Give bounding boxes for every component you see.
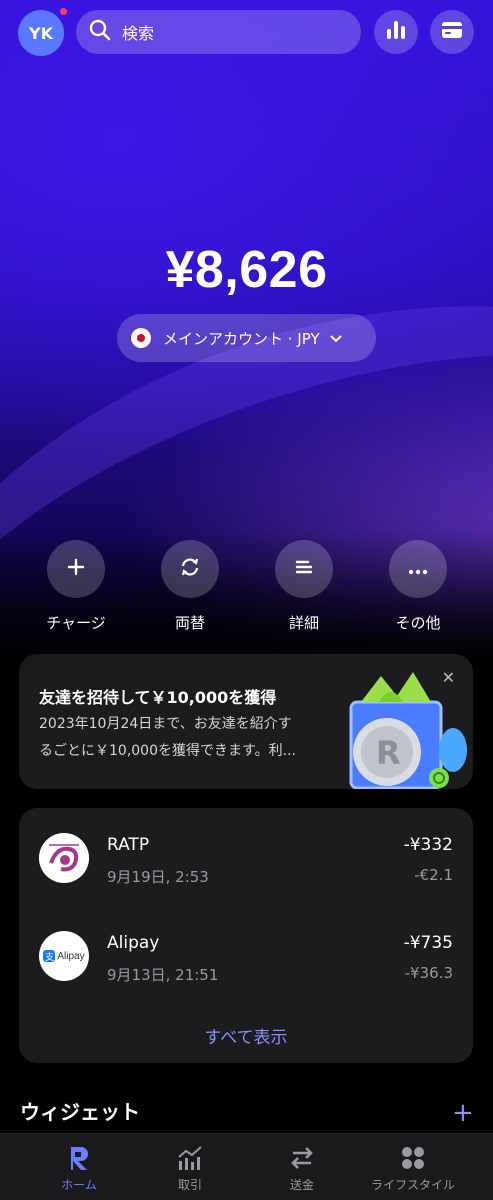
alipay-logo-icon: 支 Alipay (39, 931, 89, 981)
plus-icon (67, 558, 85, 580)
details-button[interactable] (275, 540, 333, 598)
referral-promo-card[interactable]: 友達を招待して￥10,000を獲得 2023年10月24日まで、お友達を紹介す … (19, 654, 473, 789)
recent-transactions-card: RATP 9月19日, 2:53 -¥332 -€2.1 支 Alipay Al… (19, 808, 473, 1063)
more-icon (408, 560, 428, 579)
close-icon[interactable]: ✕ (442, 668, 455, 687)
transactions-chart-icon (130, 1144, 250, 1172)
search-icon (88, 18, 112, 46)
nav-lifestyle[interactable]: ライフスタイル (353, 1144, 473, 1193)
quick-actions: チャージ 両替 詳細 その他 (0, 540, 493, 640)
balance-amount: ¥8,626 (165, 241, 328, 299)
transfer-arrows-icon (242, 1144, 362, 1172)
nav-lifestyle-label: ライフスタイル (370, 1178, 455, 1192)
promo-line-1: 2023年10月24日まで、お友達を紹介す (39, 716, 292, 732)
charge-label: チャージ (46, 614, 106, 632)
transaction-amount: -¥735 (403, 933, 453, 953)
details-action[interactable]: 詳細 (254, 540, 354, 633)
nav-transfer-label: 送金 (289, 1178, 314, 1192)
transaction-row[interactable]: RATP 9月19日, 2:53 -¥332 -€2.1 (19, 823, 473, 893)
transaction-row[interactable]: 支 Alipay Alipay 9月13日, 21:51 -¥735 -¥36.… (19, 921, 473, 991)
transaction-name: Alipay (107, 933, 160, 953)
charge-action[interactable]: チャージ (26, 540, 126, 633)
exchange-action[interactable]: 両替 (140, 540, 240, 633)
card-icon (441, 21, 463, 43)
japan-flag-icon (131, 328, 151, 348)
account-label: メインアカウント · JPY (163, 329, 320, 348)
nav-home[interactable]: ホーム (19, 1144, 139, 1193)
more-action[interactable]: その他 (368, 540, 468, 633)
svg-text:R: R (376, 734, 401, 772)
transaction-date: 9月13日, 21:51 (107, 966, 219, 984)
avatar-initials: YK (29, 23, 53, 43)
home-r-icon (19, 1144, 139, 1172)
cards-button[interactable] (430, 10, 474, 54)
nav-transactions-label: 取引 (177, 1178, 202, 1192)
promo-description: 2023年10月24日まで、お友達を紹介す るごとに￥10,000を獲得できます… (39, 711, 359, 765)
alipay-logo-text: Alipay (57, 950, 85, 962)
analytics-icon (385, 19, 407, 45)
account-selector[interactable]: メインアカウント · JPY (117, 314, 376, 362)
avatar[interactable]: YK (18, 10, 64, 56)
widgets-title: ウィジェット (20, 1100, 140, 1124)
search-placeholder: 検索 (122, 24, 155, 43)
exchange-label: 両替 (174, 614, 205, 632)
promo-title: 友達を招待して￥10,000を獲得 (39, 688, 277, 707)
charge-button[interactable] (47, 540, 105, 598)
lifestyle-grid-icon (353, 1144, 473, 1172)
svg-text:支: 支 (45, 951, 54, 962)
see-all-link[interactable]: すべて表示 (19, 1023, 473, 1048)
exchange-icon (179, 557, 201, 581)
nav-transactions[interactable]: 取引 (130, 1144, 250, 1193)
transaction-name: RATP (107, 835, 150, 855)
bottom-navigation: ホーム 取引 送金 ライフスタイル (0, 1133, 493, 1200)
analytics-button[interactable] (374, 10, 418, 54)
transaction-original-amount: -€2.1 (414, 866, 453, 884)
transaction-amount: -¥332 (403, 835, 453, 855)
details-label: 詳細 (288, 614, 319, 632)
transaction-original-amount: -¥36.3 (404, 964, 453, 982)
add-widget-icon[interactable]: + (452, 1100, 474, 1126)
nav-transfer[interactable]: 送金 (242, 1144, 362, 1193)
more-button[interactable] (389, 540, 447, 598)
exchange-button[interactable] (161, 540, 219, 598)
nav-home-label: ホーム (61, 1178, 97, 1192)
ratp-logo-icon (39, 833, 89, 883)
details-icon (295, 559, 313, 579)
chevron-down-icon (329, 329, 342, 347)
search-input[interactable]: 検索 (76, 10, 361, 54)
transaction-date: 9月19日, 2:53 (107, 868, 209, 886)
more-label: その他 (395, 614, 441, 632)
notification-dot (60, 8, 67, 15)
promo-line-2: るごとに￥10,000を獲得できます。利... (39, 743, 296, 759)
